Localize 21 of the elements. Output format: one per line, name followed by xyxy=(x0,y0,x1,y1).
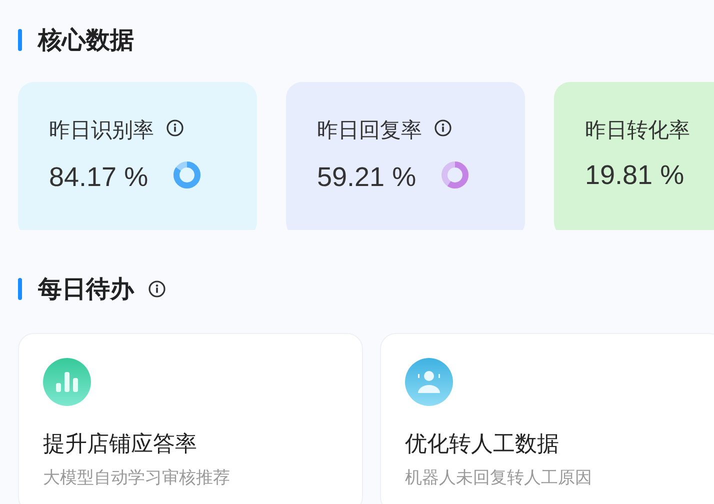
todo-title: 优化转人工数据 xyxy=(405,431,560,460)
section-title: 每日待办 xyxy=(38,274,134,306)
metric-label: 昨日回复率 xyxy=(317,117,422,144)
metric-value: 84.17 % xyxy=(49,162,148,193)
todo-subtitle: 机器人未回复转人工原因 xyxy=(405,467,593,490)
info-icon[interactable] xyxy=(434,119,452,138)
section-title: 核心数据 xyxy=(38,25,134,56)
todo-title: 提升店铺应答率 xyxy=(43,431,198,460)
donut-ring xyxy=(440,160,470,190)
todo-card[interactable]: 优化转人工数据 机器人未回复转人工原因 xyxy=(380,333,714,504)
metric-value: 19.81 % xyxy=(585,160,684,192)
todo-card[interactable]: 提升店铺应答率 大模型自动学习审核推荐 xyxy=(18,333,363,504)
todo-subtitle: 大模型自动学习审核推荐 xyxy=(43,467,231,490)
info-icon[interactable] xyxy=(148,280,166,298)
donut-ring xyxy=(172,160,202,190)
metric-label: 昨日识别率 xyxy=(49,117,154,144)
info-icon[interactable] xyxy=(166,119,184,138)
metric-value: 59.21 % xyxy=(317,162,416,193)
person-icon xyxy=(405,358,453,406)
bar-chart-icon xyxy=(43,358,91,406)
metric-label: 昨日转化率 xyxy=(585,117,690,144)
